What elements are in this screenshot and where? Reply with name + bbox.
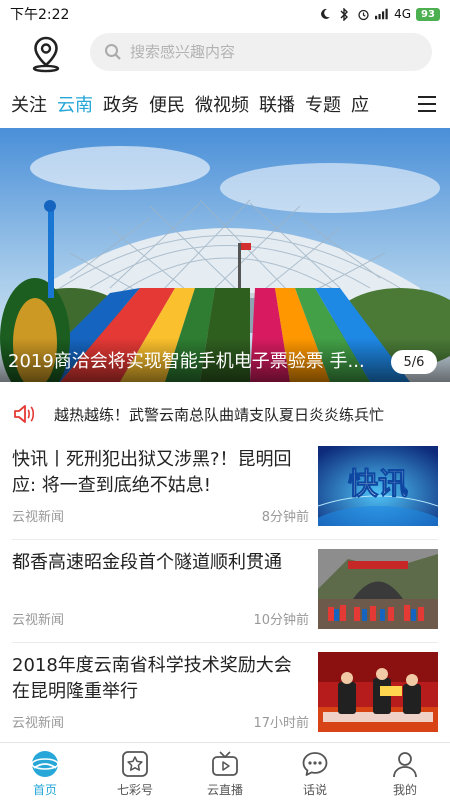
news-title: 都香高速昭金段首个隧道顺利贯通: [12, 552, 282, 573]
home-globe-icon: [30, 749, 60, 779]
tab-broadcast[interactable]: 联播: [259, 91, 295, 117]
bluetooth-icon: [337, 7, 351, 21]
channel-tabs: 关注 云南 政务 便民 微视频 联播 专题 应: [0, 84, 450, 124]
news-time: 10分钟前: [253, 613, 309, 628]
list-item[interactable]: 2018年度云南省科学技术奖励大会在昆明隆重举行 云视新闻 17小时前: [12, 643, 438, 746]
moon-icon: [318, 7, 332, 21]
tab-convenience[interactable]: 便民: [149, 91, 185, 117]
news-time: 8分钟前: [261, 510, 309, 525]
tab-yunnan[interactable]: 云南: [57, 91, 93, 117]
status-time: 下午2:22: [10, 7, 70, 23]
nav-talk[interactable]: 话说: [270, 743, 360, 800]
speaker-icon: [14, 405, 35, 423]
banner-title: 2019商洽会将实现智能手机电子票验票 手...: [8, 351, 365, 372]
nav-label: 话说: [302, 783, 327, 797]
location-pin-icon[interactable]: [29, 35, 63, 73]
battery-icon: 93: [416, 7, 440, 21]
nav-qicaihao[interactable]: 七彩号: [90, 743, 180, 800]
nav-live[interactable]: 云直播: [180, 743, 270, 800]
tab-topics[interactable]: 专题: [305, 91, 341, 117]
news-source: 云视新闻: [12, 510, 65, 525]
list-item[interactable]: 快讯丨死刑犯出狱又涉黑?！昆明回应: 将一查到底绝不姑息! 云视新闻 8分钟前 …: [12, 437, 438, 540]
nav-label: 我的: [392, 783, 417, 797]
nav-label: 七彩号: [116, 783, 153, 797]
status-icons: 4G 93: [318, 7, 440, 21]
menu-icon[interactable]: [418, 96, 436, 112]
nav-home[interactable]: 首页: [0, 743, 90, 800]
news-title: 2018年度云南省科学技术奖励大会在昆明隆重举行: [12, 655, 292, 702]
news-source: 云视新闻: [12, 716, 65, 731]
status-bar: 下午2:22 4G 93: [0, 0, 450, 28]
search-icon: [105, 44, 121, 60]
banner-caption: 2019商洽会将实现智能手机电子票验票 手...: [0, 338, 450, 382]
tab-partial[interactable]: 应: [351, 91, 369, 117]
ticker-text: 越热越练！武警云南总队曲靖支队夏日炎炎练兵忙: [54, 405, 385, 424]
banner-carousel[interactable]: 2019商洽会将实现智能手机电子票验票 手... 5/6: [0, 128, 450, 382]
news-ticker[interactable]: 越热越练！武警云南总队曲靖支队夏日炎炎练兵忙: [0, 394, 450, 434]
tab-government[interactable]: 政务: [103, 91, 139, 117]
bottom-nav: 首页 七彩号 云直播 话说 我的: [0, 742, 450, 800]
top-bar: [0, 28, 450, 80]
thumb-label: 快讯: [348, 467, 408, 502]
network-type: 4G: [394, 7, 411, 21]
tabs-fade: [390, 84, 410, 124]
search-input[interactable]: [130, 43, 420, 61]
signal-icon: [375, 7, 389, 21]
nav-label: 首页: [32, 783, 57, 797]
search-box[interactable]: [90, 33, 432, 71]
news-thumbnail: [318, 652, 438, 732]
banner-page-indicator: 5/6: [391, 350, 437, 374]
star-icon: [120, 749, 150, 779]
news-time: 17小时前: [253, 716, 309, 731]
news-source: 云视新闻: [12, 613, 65, 628]
news-thumbnail: [318, 549, 438, 629]
user-icon: [390, 749, 420, 779]
chat-bubble-icon: [300, 749, 330, 779]
nav-mine[interactable]: 我的: [360, 743, 450, 800]
news-list: 快讯丨死刑犯出狱又涉黑?！昆明回应: 将一查到底绝不姑息! 云视新闻 8分钟前 …: [0, 437, 450, 746]
alarm-icon: [356, 7, 370, 21]
news-title: 快讯丨死刑犯出狱又涉黑?！昆明回应: 将一查到底绝不姑息!: [12, 449, 292, 496]
tv-play-icon: [210, 749, 240, 779]
tab-micro-video[interactable]: 微视频: [195, 91, 249, 117]
tab-follow[interactable]: 关注: [11, 91, 47, 117]
news-thumbnail: 快讯: [318, 446, 438, 526]
nav-label: 云直播: [206, 783, 243, 797]
list-item[interactable]: 都香高速昭金段首个隧道顺利贯通 云视新闻 10分钟前: [12, 540, 438, 643]
